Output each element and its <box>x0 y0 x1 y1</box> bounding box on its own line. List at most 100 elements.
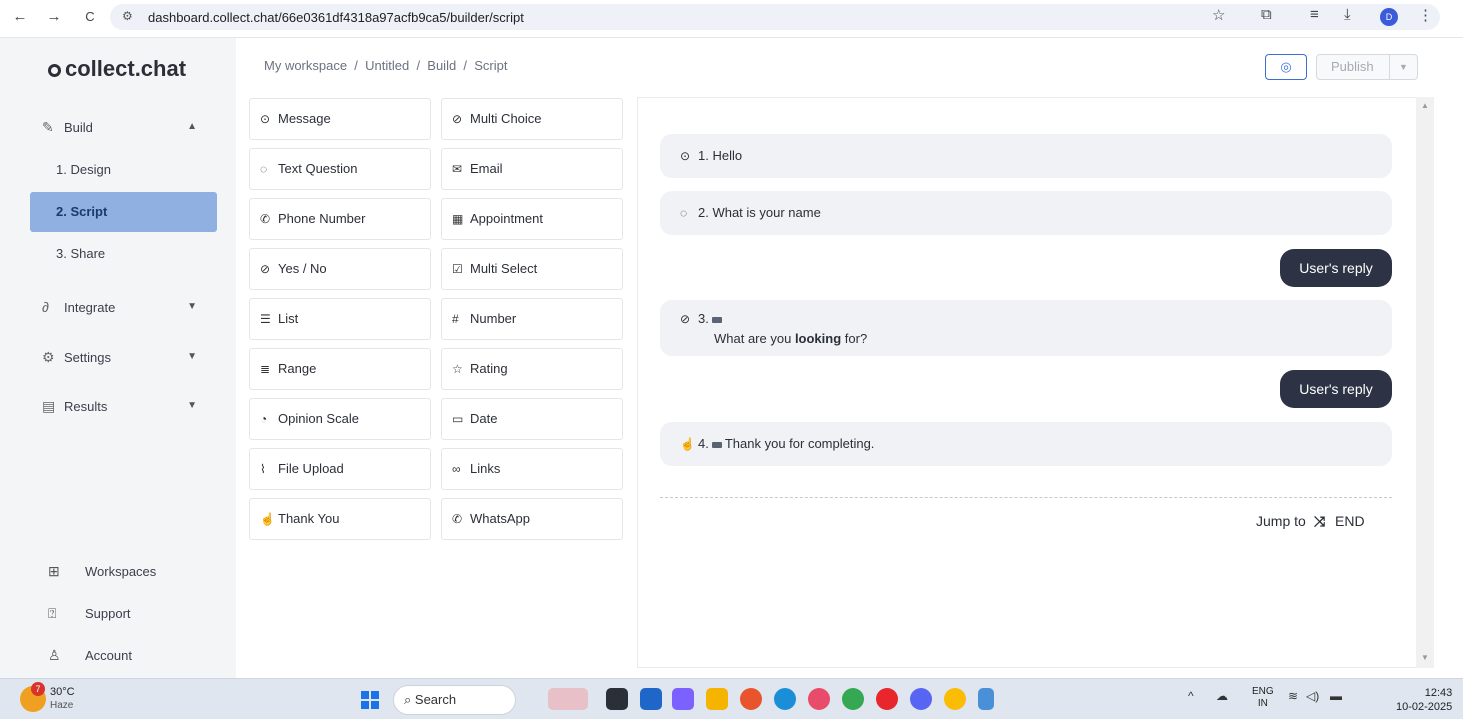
sidebar-item-support[interactable]: ⍰ Support <box>48 605 131 622</box>
sidebar-item-workspaces[interactable]: ⊞ Workspaces <box>48 563 156 580</box>
tile-label: Links <box>470 461 501 476</box>
discord-icon[interactable] <box>910 688 932 710</box>
logo[interactable]: collect.chat <box>48 56 186 82</box>
tile-email[interactable]: ✉ Email <box>441 148 623 190</box>
browser-menu-icon[interactable]: ⋮ <box>1418 6 1433 24</box>
office-icon[interactable] <box>740 688 762 710</box>
breadcrumb[interactable]: My workspace / Untitled / Build / Script <box>264 58 507 73</box>
canvas-scrollbar[interactable]: ▲ ▼ <box>1416 97 1434 668</box>
windows-start-icon[interactable] <box>361 691 379 709</box>
tile-whatsapp[interactable]: ✆ WhatsApp <box>441 498 623 540</box>
taskbar-search[interactable]: ⌕ Search <box>393 685 516 715</box>
sidebar-item-label: Settings <box>64 350 111 365</box>
browser-toolbar: ← → C ⚙ dashboard.collect.chat/66e0361df… <box>0 0 1463 38</box>
weather-temp[interactable]: 30°C <box>50 686 75 698</box>
tile-rating[interactable]: ☆ Rating <box>441 348 623 390</box>
profile-avatar[interactable]: D <box>1380 8 1398 26</box>
tray-overflow-icon[interactable]: ^ <box>1188 689 1194 703</box>
network-icon[interactable]: ☁ <box>1216 689 1228 703</box>
tile-label: Date <box>470 411 498 426</box>
extensions-icon[interactable]: ⧉ <box>1261 6 1272 23</box>
script-item-4[interactable]: ☝ 4. Thank you for completing. <box>660 422 1392 466</box>
tile-message[interactable]: ⊙ Message <box>249 98 431 140</box>
tile-label: Multi Choice <box>470 111 542 126</box>
tile-multi-choice[interactable]: ⊘ Multi Choice <box>441 98 623 140</box>
publish-button[interactable]: Publish ▼ <box>1316 54 1418 80</box>
shuffle-icon: ⤨ <box>1313 513 1326 529</box>
url-text[interactable]: dashboard.collect.chat/66e0361df4318a97a… <box>148 10 524 25</box>
tile-yes-no[interactable]: ⊘ Yes / No <box>249 248 431 290</box>
workspaces-icon: ⊞ <box>48 563 60 579</box>
tile-opinion-scale[interactable]: ◔ Opinion Scale <box>249 398 431 440</box>
tile-range[interactable]: ≣ Range <box>249 348 431 390</box>
tile-number[interactable]: # Number <box>441 298 623 340</box>
script-item-1[interactable]: ⊙ 1. Hello <box>660 134 1392 178</box>
jump-to-end[interactable]: Jump to ⤨ END <box>1256 513 1365 530</box>
sidebar-item-build[interactable]: ✎ Build ▲ <box>30 107 217 147</box>
script-item-3[interactable]: ⊘ 3. What are you looking for? <box>660 300 1392 356</box>
sidebar-item-results[interactable]: ▤ Results ▼ <box>30 386 217 426</box>
tile-label: File Upload <box>278 461 344 476</box>
thumbs-up-icon: ☝ <box>680 437 695 451</box>
scroll-up-icon[interactable]: ▲ <box>1416 101 1434 110</box>
sidebar-item-label: Results <box>64 399 108 414</box>
file-explorer-icon[interactable] <box>706 688 728 710</box>
end-divider <box>660 497 1392 498</box>
language-indicator[interactable]: ENG IN <box>1252 686 1274 710</box>
tile-label: Opinion Scale <box>278 411 359 426</box>
bookmark-star-icon[interactable]: ☆ <box>1212 6 1225 24</box>
sidebar-item-integrate[interactable]: ∂ Integrate ▼ <box>30 287 217 327</box>
chevron-down-icon[interactable]: ▼ <box>1389 55 1417 79</box>
tile-label: Rating <box>470 361 508 376</box>
tile-list[interactable]: ☰ List <box>249 298 431 340</box>
script-item-text: 1. Hello <box>698 148 743 163</box>
tile-links[interactable]: ∞ Links <box>441 448 623 490</box>
sidebar-item-design[interactable]: 1. Design <box>30 150 217 190</box>
scroll-down-icon[interactable]: ▼ <box>1416 653 1434 662</box>
forward-icon[interactable]: → <box>44 7 64 27</box>
sidebar-item-settings[interactable]: ⚙ Settings ▼ <box>30 337 217 377</box>
opera-icon[interactable] <box>876 688 898 710</box>
jump-label: Jump to <box>1256 513 1306 529</box>
wifi-icon[interactable]: ≋ <box>1288 689 1298 703</box>
back-icon[interactable]: ← <box>10 7 30 27</box>
tile-text-question[interactable]: ◌ Text Question <box>249 148 431 190</box>
sidebar-item-script[interactable]: 2. Script <box>30 192 217 232</box>
edge-icon[interactable] <box>774 688 796 710</box>
user-reply-bubble[interactable]: User's reply <box>1280 370 1392 408</box>
script-item-number: 3. <box>698 311 709 326</box>
tile-thank-you[interactable]: ☝ Thank You <box>249 498 431 540</box>
download-icon[interactable]: ⤓ <box>1344 6 1351 23</box>
task-view-icon[interactable] <box>606 688 628 710</box>
mail-icon: ✉ <box>452 162 463 176</box>
copilot-icon[interactable] <box>672 688 694 710</box>
chrome-profile-icon[interactable] <box>944 688 966 710</box>
system-clock[interactable]: 12:43 10-02-2025 <box>1396 686 1452 714</box>
notepad-icon[interactable] <box>978 688 994 710</box>
tile-phone-number[interactable]: ✆ Phone Number <box>249 198 431 240</box>
volume-icon[interactable]: ◁) <box>1306 689 1319 703</box>
address-bar[interactable]: ⚙ dashboard.collect.chat/66e0361df4318a9… <box>110 4 1440 30</box>
user-reply-bubble[interactable]: User's reply <box>1280 249 1392 287</box>
battery-icon[interactable]: ▬ <box>1330 689 1342 703</box>
widget-flowers-icon[interactable] <box>548 688 588 710</box>
script-item-2[interactable]: ◌ 2. What is your name <box>660 191 1392 235</box>
tile-date[interactable]: ▭ Date <box>441 398 623 440</box>
tile-appointment[interactable]: ▦ Appointment <box>441 198 623 240</box>
sidebar-item-account[interactable]: ♙ Account <box>48 647 132 664</box>
store-icon[interactable] <box>640 688 662 710</box>
message-icon: ⊙ <box>260 112 271 126</box>
sidebar-item-share[interactable]: 3. Share <box>30 234 217 274</box>
link-icon: ∞ <box>452 462 461 476</box>
site-info-icon[interactable]: ⚙ <box>122 9 133 23</box>
tag-icon <box>711 316 722 323</box>
chrome-icon[interactable] <box>842 688 864 710</box>
vivaldi-icon[interactable] <box>808 688 830 710</box>
clock-time: 12:43 <box>1424 687 1453 699</box>
jump-target: END <box>1335 513 1365 529</box>
preview-button[interactable]: ◎ <box>1265 54 1307 80</box>
tile-file-upload[interactable]: ⌇ File Upload <box>249 448 431 490</box>
reading-list-icon[interactable]: ≡ <box>1310 6 1319 23</box>
reload-icon[interactable]: C <box>80 7 100 27</box>
tile-multi-select[interactable]: ☑ Multi Select <box>441 248 623 290</box>
